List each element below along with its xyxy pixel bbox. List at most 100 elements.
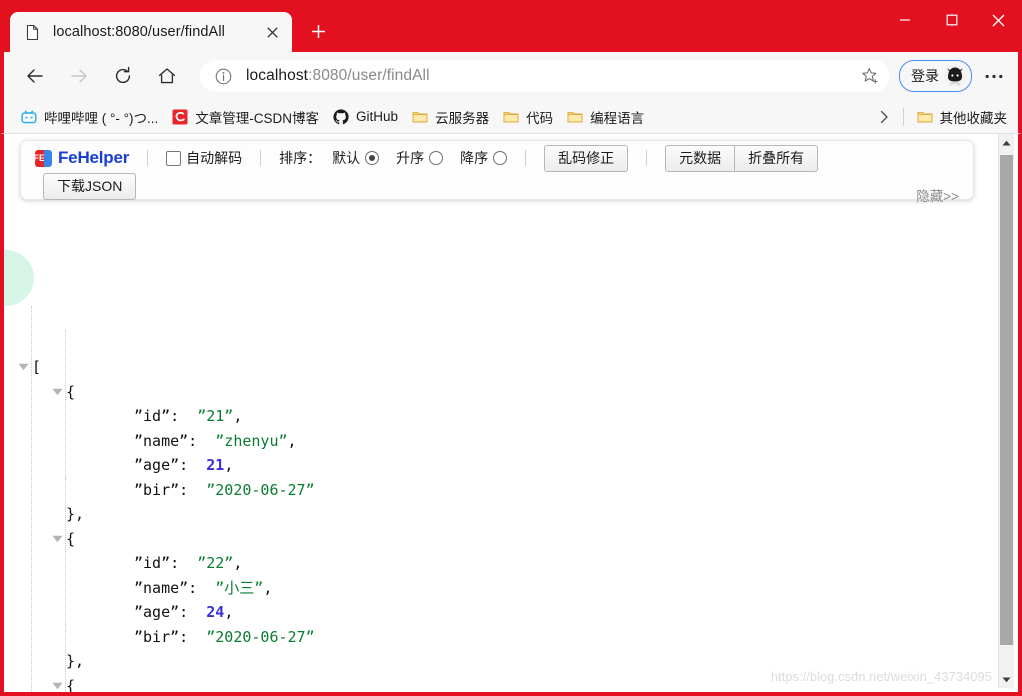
info-icon[interactable] [212, 65, 234, 87]
json-token-p: { [66, 676, 76, 693]
hide-toolbar-link[interactable]: 隐藏>> [916, 185, 959, 205]
fehelper-brand-label: FeHelper [58, 148, 130, 167]
fehelper-toolbar-row-secondary: 下载JSON 隐藏>> [21, 172, 973, 204]
json-token-p: , [224, 456, 234, 474]
bookmark-bilibili[interactable]: 哔哩哔哩 ( °- °)つ... [14, 104, 165, 130]
address-bar[interactable]: localhost:8080/user/findAll [200, 60, 889, 92]
json-line-text: ”age”: 24, [134, 600, 233, 625]
collapse-all-button[interactable]: 折叠所有 [735, 144, 819, 172]
chevron-right-icon[interactable] [871, 104, 897, 130]
json-line-text: ”age”: 21, [134, 453, 233, 478]
reload-button[interactable] [106, 59, 140, 93]
json-line: ”bir”: ”2020-06-27” [14, 478, 998, 503]
favorite-star-icon[interactable] [857, 63, 883, 89]
csdn-icon [172, 109, 188, 125]
radio-selected-icon[interactable] [365, 151, 380, 165]
json-line-text: ”name”: ”小三”, [134, 576, 272, 601]
json-token-p: [ [32, 358, 42, 376]
new-tab-button[interactable] [300, 13, 336, 49]
back-button[interactable] [18, 59, 52, 93]
bookmark-label: 哔哩哔哩 ( °- °)つ... [44, 110, 159, 126]
sort-radio-group: 默认 升序 降序 [332, 148, 508, 168]
settings-and-more-button[interactable] [978, 60, 1010, 92]
bookmarks-bar: 哔哩哔哩 ( °- °)つ... 文章管理-CSDN博客 GitHub 云服务器… [0, 100, 1022, 134]
collapse-triangle-icon[interactable] [48, 527, 66, 552]
bookmark-label: 编程语言 [590, 110, 645, 126]
bookmark-folder-code[interactable]: 代码 [496, 104, 560, 130]
vertical-scrollbar[interactable] [998, 134, 1014, 688]
json-token-p: , [287, 431, 297, 450]
json-line-text: }, [66, 649, 84, 674]
sort-option-descending[interactable]: 降序 [460, 148, 508, 168]
json-token-s: ”21” [179, 407, 234, 425]
scrollbar-thumb[interactable] [1000, 155, 1013, 645]
json-token-k: ”age”: [134, 456, 189, 474]
sort-option-ascending[interactable]: 升序 [396, 148, 444, 168]
json-line: ”id”: ”21”, [14, 404, 998, 429]
sign-in-label: 登录 [911, 68, 939, 84]
user-avatar[interactable] [944, 65, 966, 87]
radio-unselected-icon[interactable] [429, 151, 444, 165]
json-token-k: ”name”: [134, 578, 198, 597]
json-line: { [14, 380, 998, 405]
browser-tab[interactable]: localhost:8080/user/findAll [10, 12, 292, 52]
github-icon [333, 108, 349, 125]
json-token-k: ”bir”: [134, 480, 189, 499]
json-line-text: ”name”: ”zhenyu”, [134, 429, 297, 454]
sort-option-label: 升序 [396, 150, 425, 166]
json-line-text: { [66, 674, 75, 693]
collapse-triangle-icon[interactable] [48, 380, 66, 405]
bookmark-other-favorites[interactable]: 其他收藏夹 [910, 104, 1015, 130]
folder-icon [412, 109, 428, 125]
json-token-k: ”age”: [134, 603, 189, 621]
home-button[interactable] [150, 59, 184, 93]
bilibili-icon [21, 109, 37, 125]
json-token-p: }, [66, 505, 85, 523]
json-token-n: 24 [188, 603, 225, 621]
download-json-button[interactable]: 下载JSON [43, 172, 137, 200]
json-token-k: ”bir”: [134, 627, 189, 646]
folder-icon [567, 109, 583, 125]
bookmark-label: 代码 [526, 110, 554, 126]
minimize-button[interactable] [881, 0, 928, 40]
radio-unselected-icon[interactable] [493, 151, 508, 165]
collapse-triangle-icon[interactable] [14, 355, 32, 380]
json-token-k: ”id”: [134, 407, 180, 425]
auto-decode-checkbox[interactable]: 自动解码 [166, 148, 242, 168]
json-line: }, [14, 502, 998, 527]
scroll-up-arrow-icon[interactable] [999, 134, 1014, 151]
scrollbar-track[interactable] [999, 151, 1014, 671]
watermark: https://blog.csdn.net/weixin_43734095 [770, 669, 992, 684]
bookmark-folder-cloud-server[interactable]: 云服务器 [405, 104, 496, 130]
sort-option-default[interactable]: 默认 [332, 148, 380, 168]
json-token-p: }, [66, 652, 85, 670]
tab-title: localhost:8080/user/findAll [53, 24, 225, 40]
json-line-text: [ [32, 355, 41, 380]
metadata-button[interactable]: 元数据 [665, 144, 736, 172]
json-lines: [{”id”: ”21”, ”name”: ”zhenyu”, ”age”: 21,… [14, 355, 998, 692]
title-bar: localhost:8080/user/findAll [0, 0, 1022, 52]
divider [646, 150, 648, 166]
close-tab-icon[interactable] [260, 20, 284, 44]
bookmarks-divider [902, 107, 904, 126]
json-line-text: ”bir”: ”2020-06-27” [134, 625, 315, 650]
fehelper-toolbar-row-primary: FE FeHelper 自动解码 排序： 默认 [21, 141, 973, 173]
close-button[interactable] [975, 0, 1022, 40]
bookmark-github[interactable]: GitHub [326, 104, 405, 130]
json-line: ”id”: ”22”, [14, 551, 998, 576]
bookmark-label: 文章管理-CSDN博客 [195, 110, 320, 126]
bookmark-csdn[interactable]: 文章管理-CSDN博客 [165, 104, 326, 130]
maximize-button[interactable] [928, 0, 975, 40]
url-host: localhost [246, 67, 309, 84]
sign-in-button[interactable]: 登录 [899, 60, 972, 92]
browser-toolbar: localhost:8080/user/findAll 登录 [0, 52, 1022, 100]
scroll-down-arrow-icon[interactable] [999, 671, 1014, 688]
json-line: [ [14, 355, 998, 380]
collapse-triangle-icon[interactable] [48, 674, 66, 693]
bookmark-folder-programming-languages[interactable]: 编程语言 [560, 104, 651, 130]
divider [147, 150, 149, 166]
json-line: { [14, 527, 998, 552]
fix-garbled-button[interactable]: 乱码修正 [544, 144, 629, 172]
page-viewport: FE FeHelper 自动解码 排序： 默认 [0, 134, 1022, 696]
fehelper-logo[interactable]: FE FeHelper [35, 148, 129, 168]
